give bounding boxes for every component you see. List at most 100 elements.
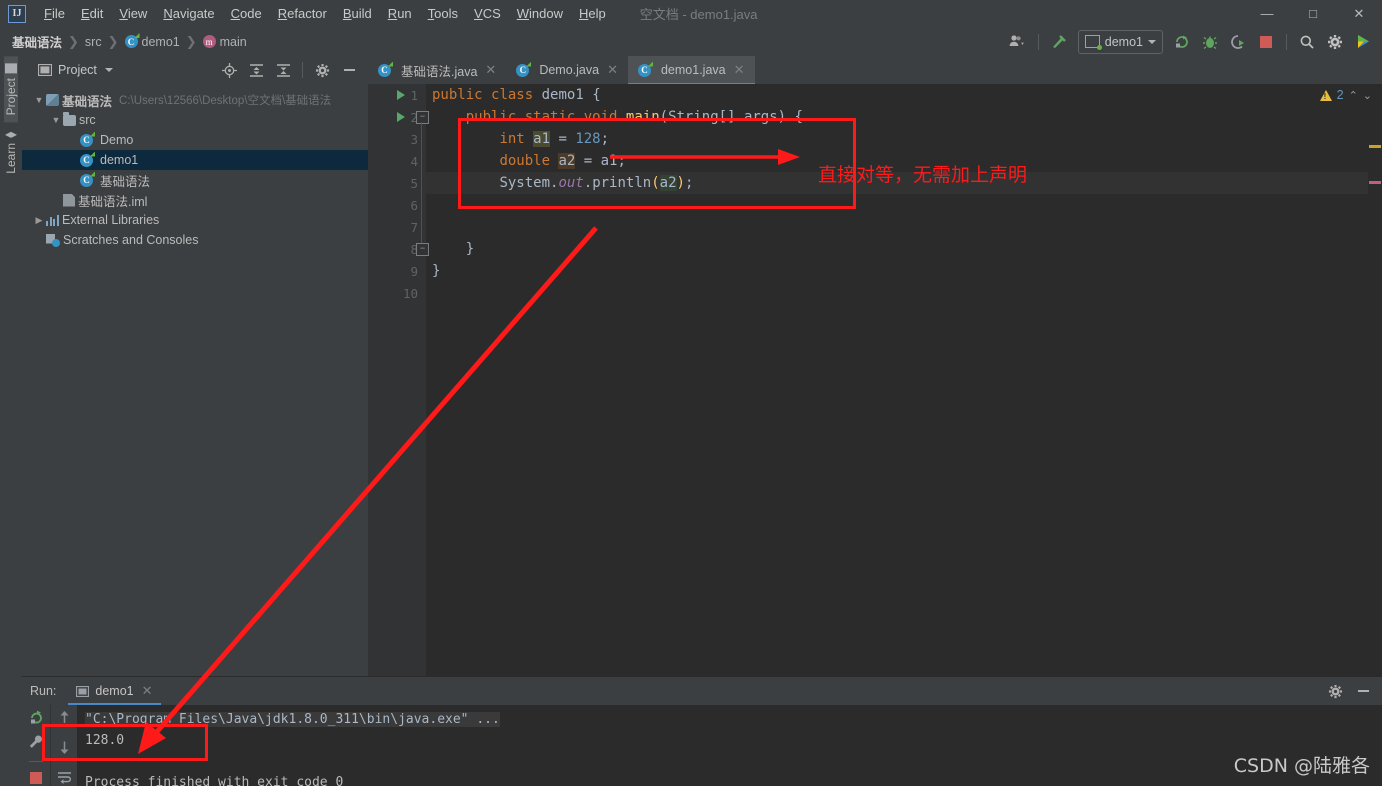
menu-item-file[interactable]: File [36,3,73,24]
console-command: "C:\Program Files\Java\jdk1.8.0_311\bin\… [85,712,500,727]
editor-tab-0[interactable]: C 基础语法.java ✕ [368,56,506,84]
tree-twisty-icon[interactable]: ▶ [32,215,46,226]
locate-icon[interactable] [216,58,242,82]
menu-item-help[interactable]: Help [571,3,614,24]
menu-item-tools[interactable]: Tools [420,3,466,24]
stop-icon[interactable] [23,769,49,786]
close-icon[interactable]: ✕ [142,683,153,699]
menu-item-edit[interactable]: Edit [73,3,111,24]
code-line-8[interactable]: } [426,238,1368,260]
editor-area: C 基础语法.java ✕ C Demo.java ✕ Cdemo1.java ✕ 12345… [368,56,1382,676]
close-icon[interactable]: ✕ [607,62,618,78]
menu-item-window[interactable]: Window [509,3,571,24]
project-panel-actions [216,58,368,82]
run-icon[interactable] [1169,30,1195,54]
settings-gear-icon[interactable] [309,58,335,82]
editor-tab-1[interactable]: C Demo.java ✕ [506,56,628,84]
tree-twisty-icon[interactable]: ▼ [49,115,63,125]
user-account-icon[interactable] [1005,30,1031,54]
tree-row-3[interactable]: Cdemo1 [22,150,368,170]
code-lines[interactable]: public class demo1 { public static void … [426,84,1368,676]
settings-gear-icon[interactable] [1322,679,1348,703]
stop-icon[interactable] [1253,30,1279,54]
collapse-all-icon[interactable] [270,58,296,82]
breadcrumb-item-2[interactable]: Cdemo1 [124,35,180,49]
tree-row-4[interactable]: C 基础语法 [22,170,368,190]
scroll-down-icon[interactable] [51,739,77,755]
run-gutter-icon-line2[interactable] [394,106,408,128]
inspection-widget[interactable]: 2 ⌃ ⌄ [1319,88,1372,102]
tool-window-tab-project[interactable]: Project [4,56,18,123]
menu-item-refactor[interactable]: Refactor [270,3,335,24]
code-line-9[interactable]: } [426,260,1368,282]
editor-tab-label: 基础语法.java [401,64,478,79]
tree-row-5[interactable]: 基础语法.iml [22,190,368,210]
code-token: a2 [659,175,677,191]
editor-tab-2[interactable]: Cdemo1.java ✕ [627,56,755,85]
editor-tab-label: demo1.java [660,63,726,77]
run-coverage-icon[interactable] [1225,30,1251,54]
debug-icon[interactable] [1197,30,1223,54]
code-line-10[interactable] [426,282,1368,304]
code-line-7[interactable] [426,216,1368,238]
tree-row-6[interactable]: ▶ External Libraries [22,210,368,230]
minimize-button[interactable]: — [1244,0,1290,27]
code-line-5[interactable]: System.out.println(a2); [426,172,1368,194]
hide-panel-icon[interactable] [336,58,362,82]
project-tree[interactable]: ▼ 基础语法 C:\Users\12566\Desktop\空文档\基础语法 ▼ src… [22,84,368,676]
updates-icon[interactable] [1350,30,1376,54]
warning-marker[interactable] [1369,145,1381,148]
expand-all-icon[interactable] [243,58,269,82]
menu-mnemonic: C [230,6,241,21]
menu-item-code[interactable]: Code [223,3,270,24]
tree-twisty-icon[interactable]: ▼ [32,95,46,105]
menu-item-build[interactable]: Build [335,3,380,24]
close-icon[interactable]: ✕ [485,62,496,78]
wrench-icon[interactable] [23,734,49,751]
menu-item-view[interactable]: View [111,3,155,24]
change-marker[interactable] [1369,181,1381,184]
close-icon[interactable]: ✕ [734,62,745,78]
run-config-icon [1084,35,1102,50]
breadcrumb-item-0[interactable]: 基础语法 [12,32,62,51]
code-line-1[interactable]: public class demo1 { [426,84,1368,106]
run-tab-label: demo1 [95,684,134,698]
breadcrumb-item-3[interactable]: m main [202,35,247,49]
chevron-down-icon[interactable] [104,68,113,72]
previous-problem-icon[interactable]: ⌃ [1349,89,1358,102]
console-output[interactable]: "C:\Program Files\Java\jdk1.8.0_311\bin\… [77,705,1382,786]
close-button[interactable]: ✕ [1336,0,1382,27]
menu-item-navigate[interactable]: Navigate [155,3,222,24]
breadcrumb-item-1[interactable]: src [85,35,102,49]
build-hammer-icon[interactable] [1046,30,1072,54]
tool-window-tab-learn[interactable]: Learn [4,122,18,181]
class-icon: C [124,35,138,48]
hide-panel-icon[interactable] [1350,679,1376,703]
rerun-icon[interactable] [23,709,49,726]
run-configuration-selector[interactable]: demo1 [1077,29,1163,54]
code-editor[interactable]: 1 2 3 4 5 6 7 8 9 10 − − public class demo1 { pub… [368,84,1382,676]
code-token: out [558,175,584,191]
run-gutter-icon-line1[interactable] [394,84,408,106]
code-line-4[interactable]: double a2 = a1; [426,150,1368,172]
search-icon[interactable] [1294,30,1320,54]
tree-row-1[interactable]: ▼ src [22,110,368,130]
menu-item-run[interactable]: Run [380,3,420,24]
scroll-up-icon[interactable] [51,709,77,725]
code-token: System [499,175,551,191]
code-line-2[interactable]: public static void main(String[] args) { [426,106,1368,128]
menu-item-vcs[interactable]: VCS [466,3,509,24]
tree-row-7[interactable]: Scratches and Consoles [22,230,368,250]
tree-row-0[interactable]: ▼ 基础语法 C:\Users\12566\Desktop\空文档\基础语法 [22,90,368,110]
editor-marker-stripe[interactable] [1368,84,1382,676]
settings-gear-icon[interactable] [1322,30,1348,54]
run-tab-demo1[interactable]: demo1 ✕ [68,677,161,705]
code-line-3[interactable]: int a1 = 128; [426,128,1368,150]
next-problem-icon[interactable]: ⌄ [1363,89,1372,102]
code-line-6[interactable] [426,194,1368,216]
maximize-button[interactable]: □ [1290,0,1336,27]
tree-row-2[interactable]: C Demo [22,130,368,150]
soft-wrap-icon[interactable] [51,770,77,786]
